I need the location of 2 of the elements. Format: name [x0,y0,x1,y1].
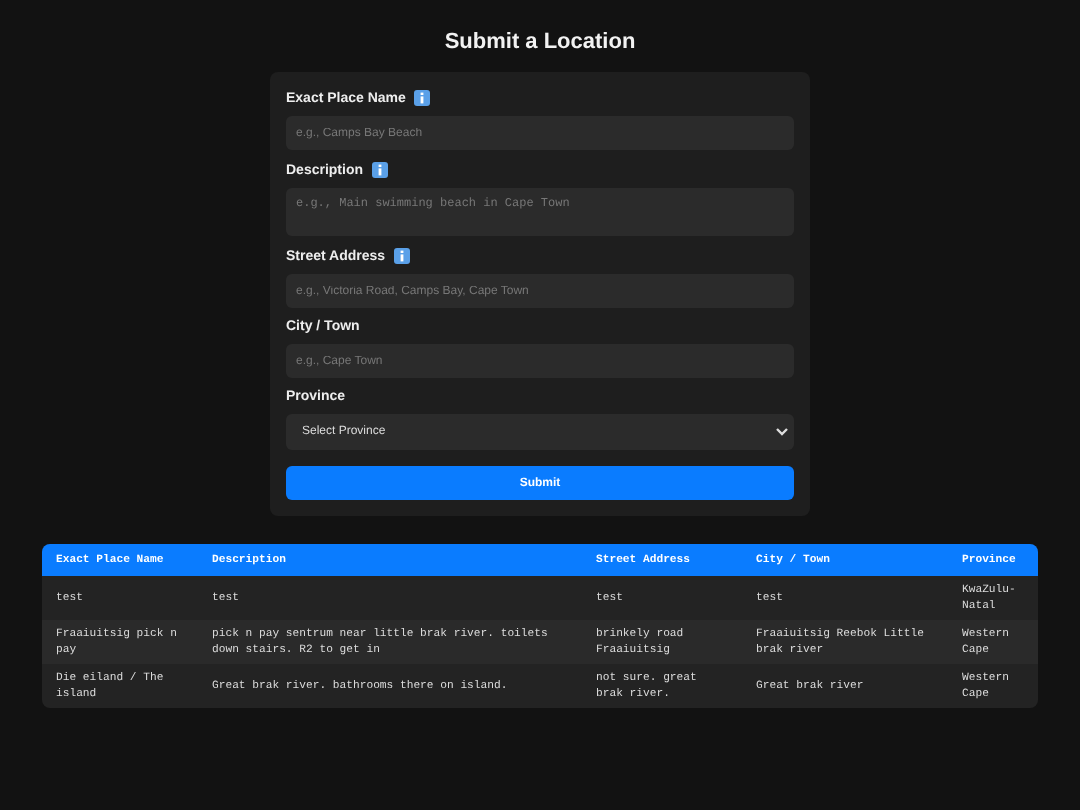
chevron-down-icon [776,428,788,436]
page-title: Submit a Location [444,30,636,54]
